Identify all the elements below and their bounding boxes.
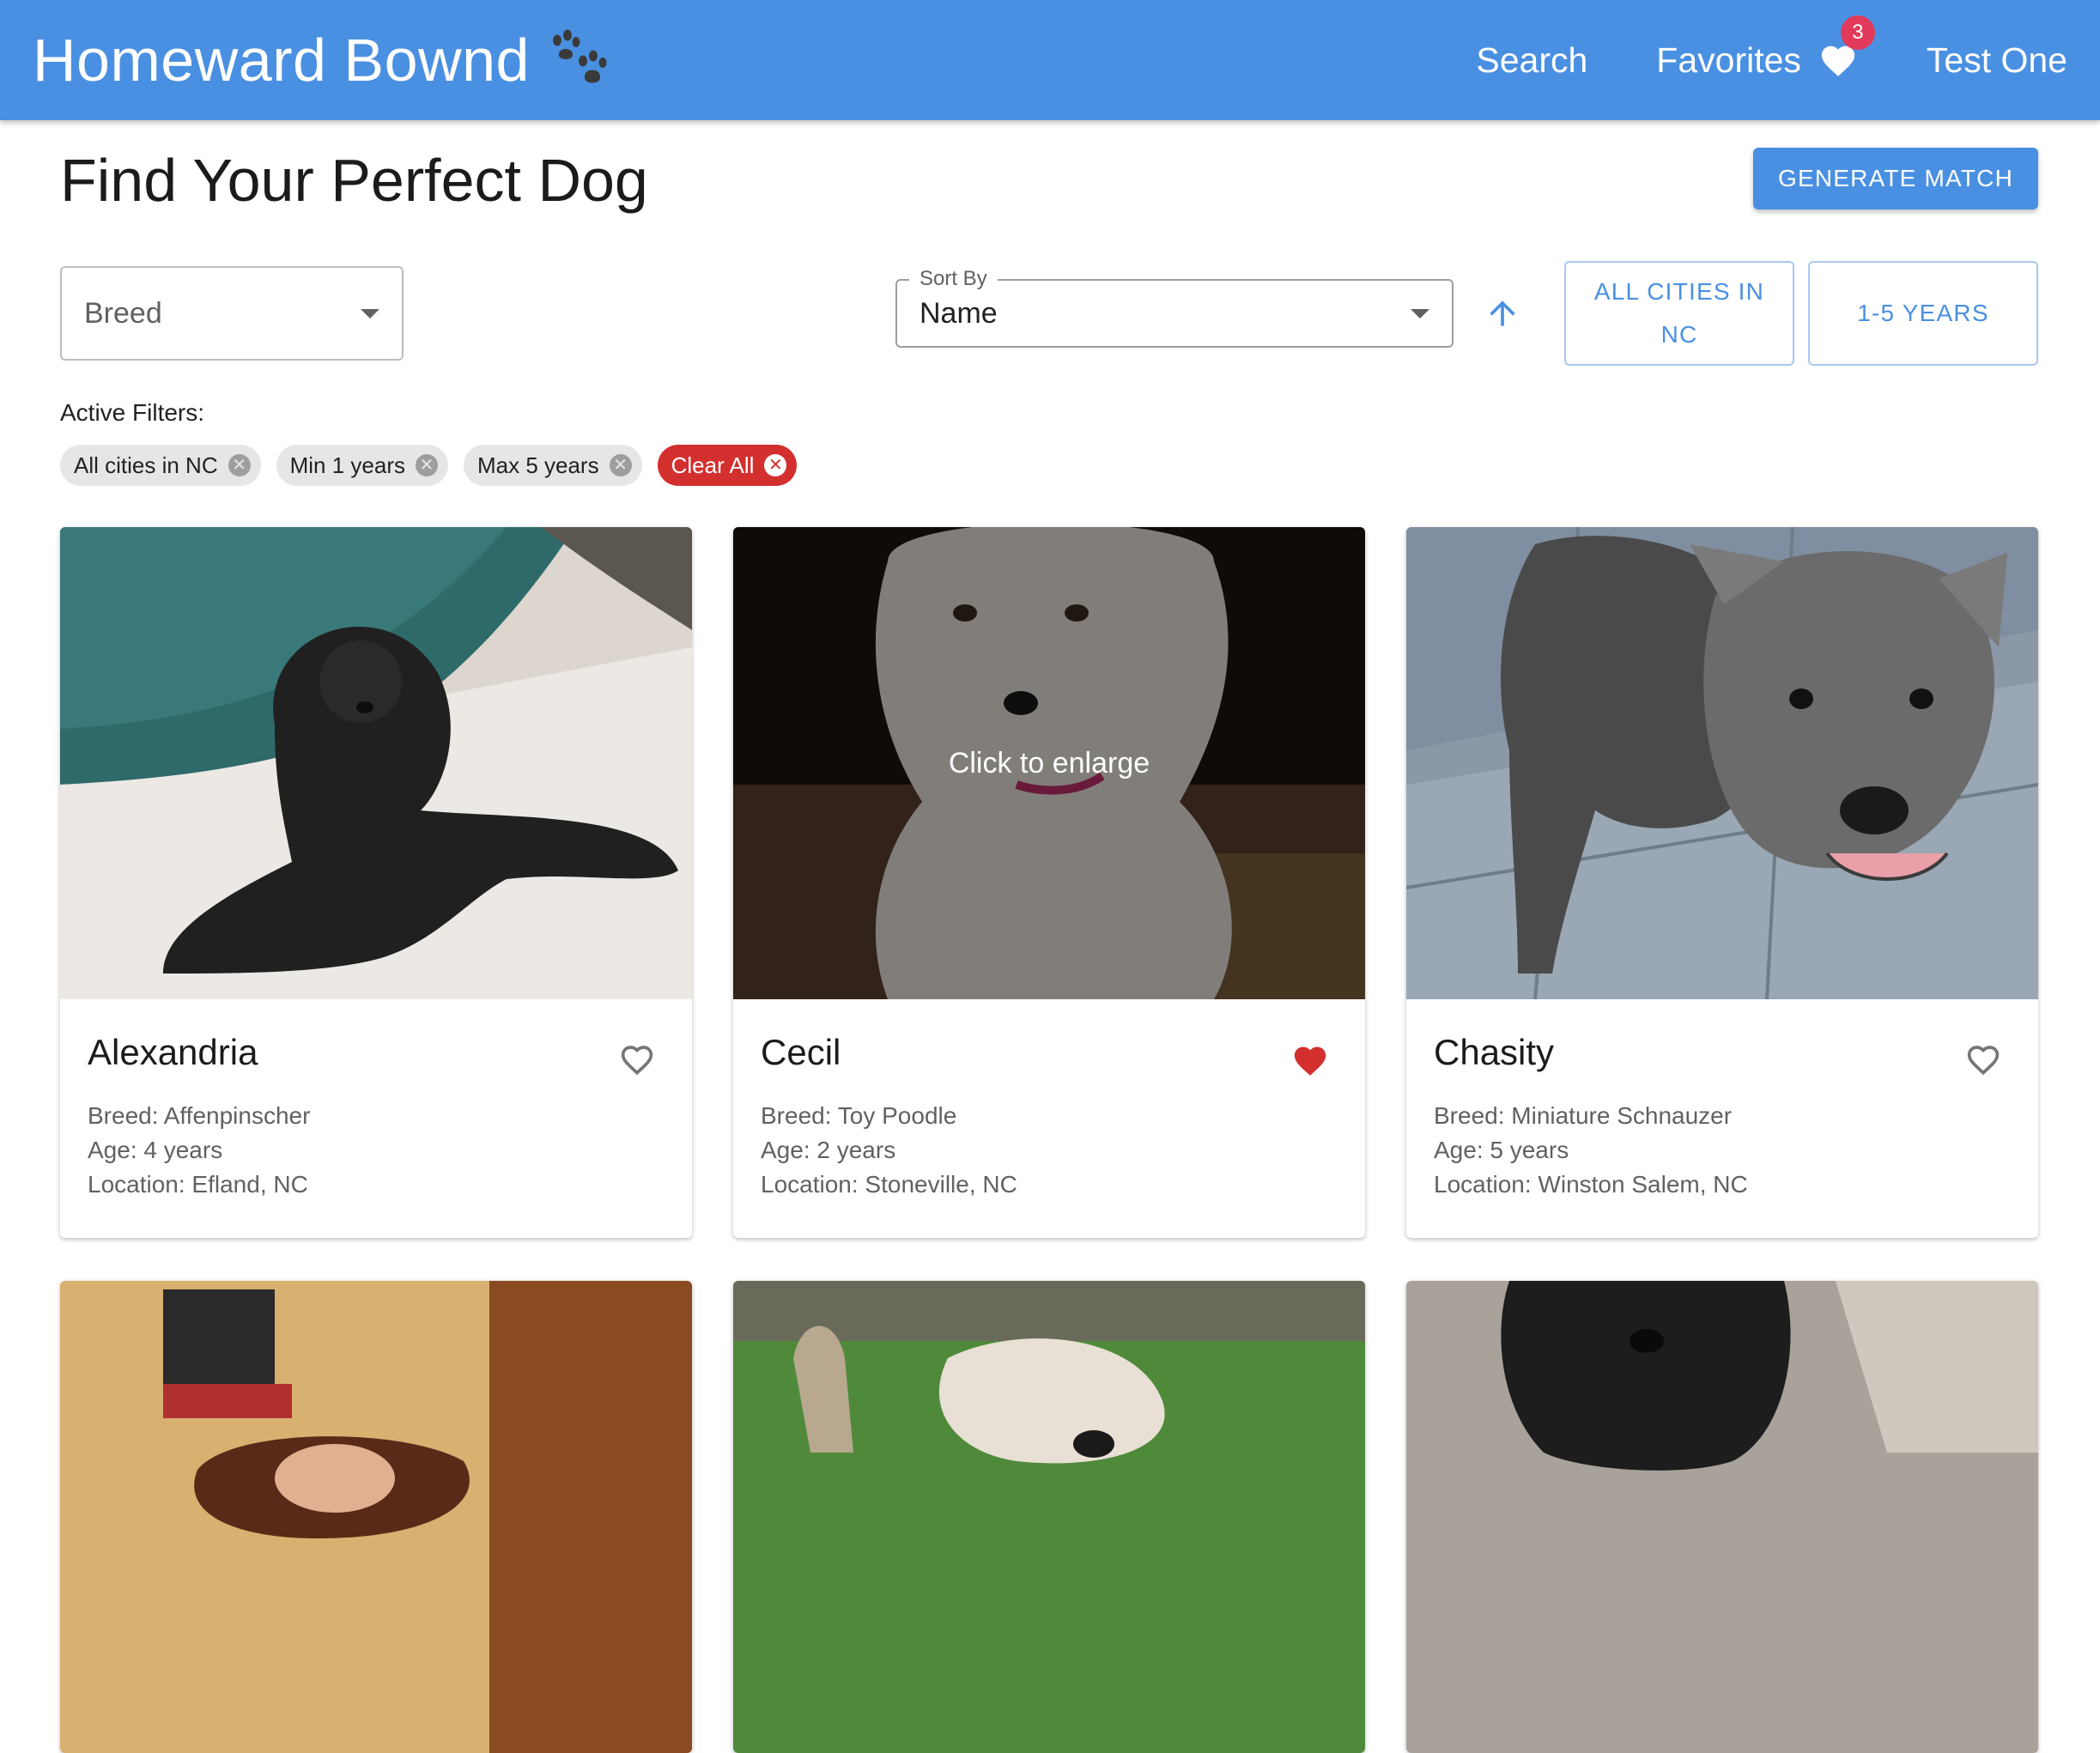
favorite-heart-outline-icon[interactable]: [618, 1042, 656, 1077]
dog-card-body: Cecil Breed: Toy Poodle Age: 2 years Loc…: [733, 999, 1365, 1238]
chip-label: Max 5 years: [476, 452, 599, 478]
clear-all-label: Clear All: [671, 452, 755, 478]
nav-search[interactable]: Search: [1476, 40, 1587, 81]
sort-direction-arrow-icon[interactable]: [1484, 294, 1521, 332]
dog-photo-image: [1406, 1281, 2038, 1753]
dog-photo[interactable]: [733, 1281, 1365, 1753]
filter-chip-max-age[interactable]: Max 5 years ✕: [463, 445, 642, 486]
remove-chip-icon[interactable]: ✕: [415, 454, 438, 476]
dog-location: Location: Stoneville, NC: [761, 1171, 1017, 1198]
app-bar: Homeward Bownd Search Favorites 3 Test O…: [0, 0, 2100, 120]
dog-photo-image: [60, 1281, 692, 1753]
dog-meta: Breed: Toy Poodle Age: 2 years Location:…: [761, 1099, 1338, 1202]
remove-chip-icon[interactable]: ✕: [228, 454, 251, 476]
dog-card-body: Alexandria Breed: Affenpinscher Age: 4 y…: [60, 999, 692, 1238]
dog-photo-image: [60, 527, 692, 999]
dog-breed: Breed: Toy Poodle: [761, 1102, 957, 1129]
favorite-heart-outline-icon[interactable]: [1964, 1042, 2002, 1077]
dog-age: Age: 2 years: [761, 1137, 896, 1163]
main-nav: Search Favorites 3 Test One: [1407, 15, 2067, 81]
dog-photo-image: [733, 1281, 1365, 1753]
age-filter-button[interactable]: 1-5 YEARS: [1808, 261, 2038, 366]
nav-favorites[interactable]: Favorites 3: [1656, 15, 1875, 81]
favorite-heart-filled-icon[interactable]: [1291, 1042, 1329, 1077]
dog-card: Click to enlarge Cecil Breed: Toy Poodle…: [733, 527, 1365, 1238]
generate-match-button[interactable]: GENERATE MATCH: [1753, 148, 2038, 209]
click-to-enlarge-overlay[interactable]: Click to enlarge: [733, 527, 1365, 999]
chip-label: Min 1 years: [289, 452, 405, 478]
dog-photo[interactable]: Click to enlarge: [733, 527, 1365, 999]
dropdown-arrow-icon: [361, 308, 379, 318]
location-filter-button[interactable]: ALL CITIES IN NC: [1564, 261, 1794, 366]
brand[interactable]: Homeward Bownd: [33, 26, 610, 94]
dog-card: [1406, 1281, 2038, 1753]
dog-photo[interactable]: [60, 527, 692, 999]
filter-chips: All cities in NC ✕ Min 1 years ✕ Max 5 y…: [60, 445, 812, 486]
dog-card: Alexandria Breed: Affenpinscher Age: 4 y…: [60, 527, 692, 1238]
dog-photo[interactable]: [1406, 527, 2038, 999]
dog-photo-image: [1406, 527, 2038, 999]
dog-photo[interactable]: [60, 1281, 692, 1753]
dog-card: Chasity Breed: Miniature Schnauzer Age: …: [1406, 527, 2038, 1238]
clear-all-filters-chip[interactable]: Clear All ✕: [657, 445, 798, 486]
dog-location: Location: Efland, NC: [88, 1171, 308, 1198]
sort-by-value: Name: [920, 296, 998, 330]
page-title: Find Your Perfect Dog: [60, 147, 648, 214]
dog-location: Location: Winston Salem, NC: [1434, 1171, 1748, 1198]
sort-by-select[interactable]: Sort By Name: [895, 267, 1454, 348]
dog-breed: Breed: Affenpinscher: [88, 1102, 311, 1129]
favorites-heart: 3: [1818, 15, 1875, 79]
filter-chip-min-age[interactable]: Min 1 years ✕: [276, 445, 448, 486]
dog-meta: Breed: Affenpinscher Age: 4 years Locati…: [88, 1099, 665, 1202]
paw-icon: [552, 29, 607, 83]
dog-card: [733, 1281, 1365, 1753]
favorites-count-badge: 3: [1840, 15, 1875, 50]
chip-label: All cities in NC: [74, 452, 218, 478]
remove-chip-icon[interactable]: ✕: [609, 454, 632, 476]
sort-by-label: Sort By: [909, 267, 998, 291]
dog-photo[interactable]: [1406, 1281, 2038, 1753]
dog-name: Chasity: [1434, 1032, 1555, 1072]
breed-select-placeholder: Breed: [84, 296, 162, 330]
filter-chip-location[interactable]: All cities in NC ✕: [60, 445, 261, 486]
clear-all-icon[interactable]: ✕: [764, 454, 787, 476]
dog-card: [60, 1281, 692, 1753]
dog-card-body: Chasity Breed: Miniature Schnauzer Age: …: [1406, 999, 2038, 1238]
dog-breed: Breed: Miniature Schnauzer: [1434, 1102, 1733, 1129]
nav-user[interactable]: Test One: [1927, 40, 2067, 81]
dropdown-arrow-icon: [1411, 308, 1429, 318]
breed-select[interactable]: Breed: [60, 266, 404, 361]
dog-age: Age: 4 years: [88, 1137, 223, 1163]
active-filters-label: Active Filters:: [60, 399, 205, 426]
dog-age: Age: 5 years: [1434, 1137, 1569, 1163]
brand-title[interactable]: Homeward Bownd: [33, 26, 530, 94]
dog-meta: Breed: Miniature Schnauzer Age: 5 years …: [1434, 1099, 2011, 1202]
dog-name: Cecil: [761, 1032, 841, 1072]
nav-favorites-label: Favorites: [1656, 39, 1801, 80]
dog-name: Alexandria: [88, 1032, 258, 1072]
